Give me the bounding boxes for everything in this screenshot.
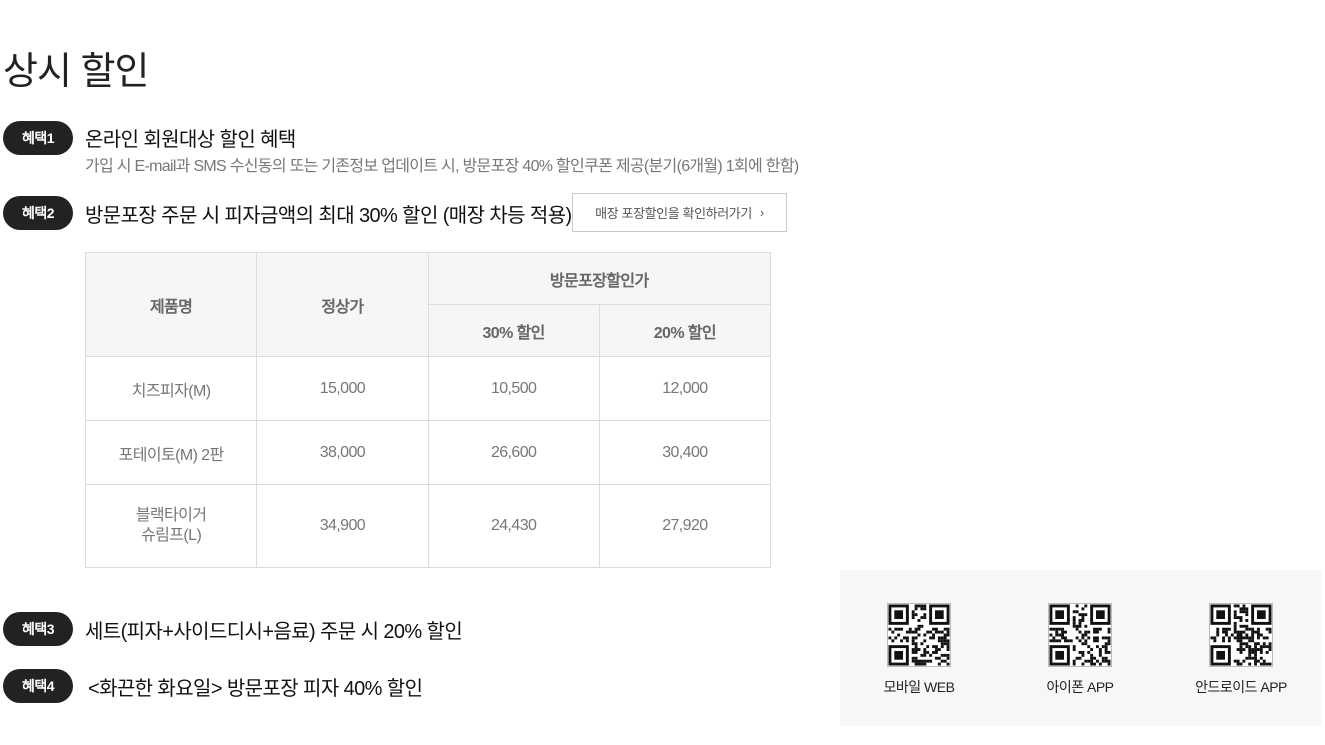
discount-30-price: 10,500 [427,356,600,421]
takeout-price-table: 제품명 정상가 방문포장할인가 30% 할인 20% 할인 치즈피자(M) 15… [84,252,772,568]
benefit-badge-2: 혜택2 [3,196,73,230]
regular-price: 15,000 [256,356,429,421]
discount-30-price: 24,430 [427,484,600,568]
qr-label: 안드로이드 APP [1195,679,1287,695]
table-row: 포테이토(M) 2판 38,000 26,600 30,400 [84,420,772,485]
benefit-badge-4: 혜택4 [3,669,73,703]
chevron-right-icon: › [759,205,764,220]
header-takeout-discount: 방문포장할인가 [427,252,771,305]
qr-code-icon [887,603,951,667]
product-name-line-2: 슈림프(L) [141,527,202,544]
qr-item-mobile-web[interactable]: 모바일 WEB [859,603,979,697]
qr-item-android-app[interactable]: 안드로이드 APP [1181,603,1301,697]
regular-price: 34,900 [256,484,429,568]
app-download-qr-panel: 모바일 WEB 아이폰 APP 안드로이드 APP [840,570,1322,726]
discount-20-price: 30,400 [598,420,772,485]
qr-label: 아이폰 APP [1046,679,1114,695]
header-discount-30: 30% 할인 [427,304,600,357]
product-name: 포테이토(M) 2판 [84,420,258,485]
page-title: 상시 할인 [3,51,149,93]
product-name-line-1: 블랙타이거 [135,507,207,524]
benefit-badge-3: 혜택3 [3,612,73,646]
benefit-title-3: 세트(피자+사이드디시+음료) 주문 시 20% 할인 [85,621,463,643]
qr-label: 모바일 WEB [883,679,955,695]
table-row: 블랙타이거 슈림프(L) 34,900 24,430 27,920 [84,484,772,568]
store-takeout-discount-button[interactable]: 매장 포장할인을 확인하러가기 › [572,193,787,232]
benefit-badge-1: 혜택1 [3,121,73,155]
header-regular-price: 정상가 [256,252,429,357]
header-discount-20: 20% 할인 [598,304,772,357]
benefit-title-2: 방문포장 주문 시 피자금액의 최대 30% 할인 (매장 차등 적용) [85,205,572,227]
discount-20-price: 12,000 [598,356,772,421]
discount-page: 상시 할인 혜택1 온라인 회원대상 할인 혜택 가입 시 E-mail과 SM… [0,0,1325,745]
header-product: 제품명 [84,252,258,357]
product-name: 치즈피자(M) [84,356,258,421]
qr-code-icon [1048,603,1112,667]
store-takeout-discount-label: 매장 포장할인을 확인하러가기 [595,206,752,221]
benefit-description-1: 가입 시 E-mail과 SMS 수신동의 또는 기존정보 업데이트 시, 방문… [85,158,799,175]
product-name: 블랙타이거 슈림프(L) [84,484,258,568]
table-row: 치즈피자(M) 15,000 10,500 12,000 [84,356,772,421]
qr-item-iphone-app[interactable]: 아이폰 APP [1020,603,1140,697]
regular-price: 38,000 [256,420,429,485]
benefit-title-1: 온라인 회원대상 할인 혜택 [85,129,296,151]
discount-20-price: 27,920 [598,484,772,568]
qr-code-icon [1209,603,1273,667]
discount-30-price: 26,600 [427,420,600,485]
benefit-title-4: <화끈한 화요일> 방문포장 피자 40% 할인 [88,678,423,700]
